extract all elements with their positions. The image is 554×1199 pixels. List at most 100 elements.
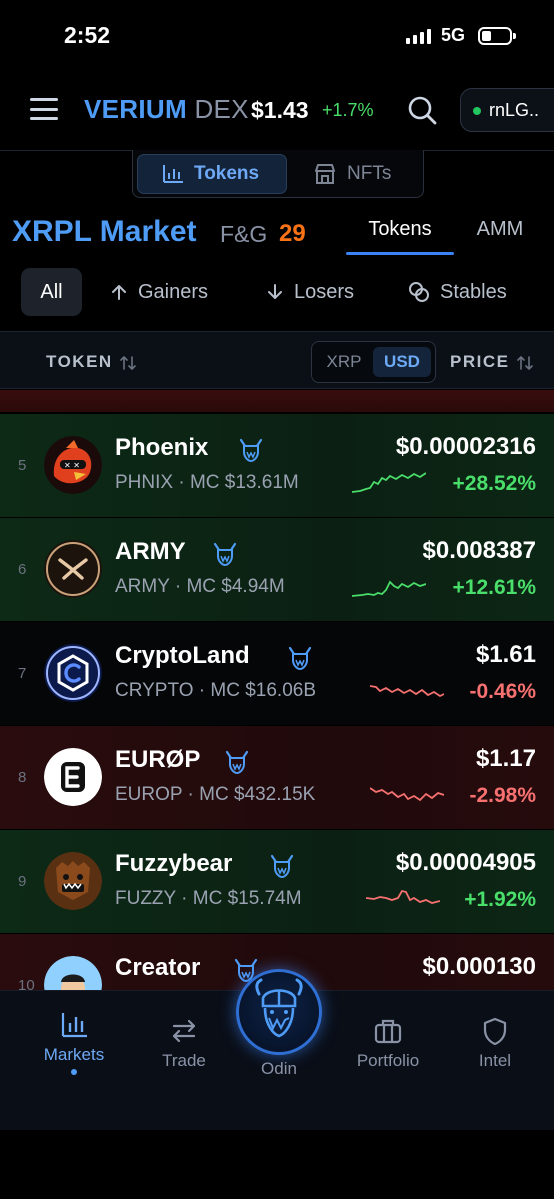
bottom-nav: Markets Trade Odin Portfolio Intel xyxy=(0,969,554,1130)
wallet-button[interactable]: rnLG.. xyxy=(460,88,554,132)
token-change: -2.98% xyxy=(469,784,536,807)
chart-bars-icon xyxy=(163,165,183,183)
segment-tokens[interactable]: Tokens xyxy=(137,154,287,194)
row-rank: 6 xyxy=(18,561,27,578)
xrp-price: $1.43 xyxy=(251,97,309,123)
sparkline xyxy=(370,787,444,802)
nav-markets[interactable]: Markets xyxy=(29,1011,119,1075)
token-header-label: TOKEN xyxy=(46,352,113,371)
token-name: EURØP xyxy=(115,746,201,773)
viking-verified-icon xyxy=(270,854,294,879)
status-bar: 2:52 5G xyxy=(0,0,554,70)
viking-verified-icon xyxy=(225,750,249,775)
token-name: ARMY xyxy=(115,538,186,565)
table-row[interactable]: 6 ARMY ARMY · MC $4.94M $0.008387 +12.61… xyxy=(0,518,554,622)
previous-row-edge xyxy=(0,390,554,412)
tab-tokens[interactable]: Tokens xyxy=(346,218,454,241)
token-mcap: MC $432.15K xyxy=(199,784,316,805)
token-column-header[interactable]: TOKEN xyxy=(46,352,137,372)
bottom-safe-area xyxy=(0,1130,554,1199)
table-row[interactable]: 7 CryptoLand CRYPTO · MC $16.06B $1.61 -… xyxy=(0,622,554,726)
europ-avatar xyxy=(44,748,102,806)
viking-verified-icon xyxy=(213,542,237,567)
arrow-down-icon xyxy=(268,284,282,299)
nav-portfolio[interactable]: Portfolio xyxy=(343,1017,433,1071)
filter-stables[interactable]: Stables xyxy=(408,268,507,316)
network-label: 5G xyxy=(441,25,466,45)
active-nav-dot xyxy=(71,1069,77,1075)
swap-arrows-icon xyxy=(172,1019,196,1043)
store-icon xyxy=(315,164,335,184)
brand-logo: VERIUM DEX xyxy=(84,94,249,125)
token-symbol: ARMY xyxy=(115,576,170,597)
filter-losers[interactable]: Losers xyxy=(266,268,354,316)
token-meta: FUZZY · MC $15.74M xyxy=(115,888,302,909)
brand-secondary: DEX xyxy=(194,94,249,124)
sparkline xyxy=(352,580,426,597)
menu-icon[interactable] xyxy=(30,98,58,120)
token-change: +1.92% xyxy=(464,888,536,911)
token-list: 5 ✕ ✕ Phoenix PHNIX · MC $13.61M $0.0000… xyxy=(0,390,554,990)
segment-nfts[interactable]: NFTs xyxy=(309,154,419,194)
currency-usd[interactable]: USD xyxy=(373,347,431,377)
row-rank: 8 xyxy=(18,769,27,786)
battery-icon xyxy=(478,27,516,45)
nav-intel[interactable]: Intel xyxy=(450,1017,540,1071)
currency-xrp[interactable]: XRP xyxy=(318,347,370,377)
fear-greed-value: 29 xyxy=(279,220,306,247)
token-meta: EUROP · MC $432.15K xyxy=(115,784,316,805)
sort-icon xyxy=(516,355,533,370)
mode-segment: Tokens NFTs xyxy=(132,150,424,198)
token-change: +28.52% xyxy=(452,472,537,495)
token-change: -0.46% xyxy=(469,680,536,703)
token-change: +12.61% xyxy=(452,576,537,599)
brand-primary: VERIUM xyxy=(84,94,187,124)
search-icon[interactable] xyxy=(406,94,438,126)
table-row[interactable]: 9 Fuzzybear FUZZY · MC $15.74M $0.000049… xyxy=(0,830,554,934)
filter-bar: All Gainers Losers Stables xyxy=(0,262,554,322)
nav-odin-button[interactable] xyxy=(236,969,322,1055)
price-column-header[interactable]: PRICE xyxy=(450,352,534,372)
token-price: $0.00004905 xyxy=(395,849,536,876)
sort-icon xyxy=(120,355,136,370)
table-row[interactable]: 8 EURØP EUROP · MC $432.15K $1.17 -2.98% xyxy=(0,726,554,830)
status-time: 2:52 xyxy=(64,22,111,48)
token-price: $0.000130 xyxy=(422,953,536,980)
token-price: $0.008387 xyxy=(422,537,536,564)
nav-markets-label: Markets xyxy=(43,1045,105,1064)
segment-nfts-label: NFTs xyxy=(347,163,392,184)
token-mcap: MC $4.94M xyxy=(186,576,285,597)
token-price: $1.61 xyxy=(475,641,536,668)
chart-bars-icon xyxy=(61,1013,87,1038)
filter-gainers-label: Gainers xyxy=(138,280,209,303)
viking-verified-icon xyxy=(288,646,312,671)
token-meta: PHNIX · MC $13.61M xyxy=(115,472,299,493)
token-symbol: CRYPTO xyxy=(115,680,194,701)
row-rank: 7 xyxy=(18,665,27,682)
token-symbol: PHNIX xyxy=(115,472,174,493)
filter-all[interactable]: All xyxy=(21,268,82,316)
tab-amm[interactable]: AMM xyxy=(454,218,546,241)
token-name: CryptoLand xyxy=(115,642,250,669)
filter-stables-label: Stables xyxy=(440,280,507,303)
wallet-label: rnLG.. xyxy=(489,100,540,120)
token-mcap: MC $16.06B xyxy=(210,680,317,701)
sparkline xyxy=(366,889,440,904)
token-meta: CRYPTO · MC $16.06B xyxy=(115,680,317,701)
filter-losers-label: Losers xyxy=(294,280,355,303)
token-name: Phoenix xyxy=(115,434,209,461)
token-meta: ARMY · MC $4.94M xyxy=(115,576,285,597)
active-tab-indicator xyxy=(346,252,454,255)
fear-greed-label: F&G xyxy=(220,221,268,247)
token-name: Fuzzybear xyxy=(115,850,233,877)
nav-trade[interactable]: Trade xyxy=(139,1017,229,1071)
segment-tokens-label: Tokens xyxy=(194,163,260,184)
token-price: $0.00002316 xyxy=(395,433,536,460)
token-symbol: EUROP xyxy=(115,784,183,805)
app-header: VERIUM DEX $1.43 +1.7% rnLG.. xyxy=(0,70,554,150)
table-row[interactable]: 5 ✕ ✕ Phoenix PHNIX · MC $13.61M $0.0000… xyxy=(0,414,554,518)
svg-text:✕ ✕: ✕ ✕ xyxy=(64,461,80,470)
filter-gainers[interactable]: Gainers xyxy=(110,268,208,316)
army-avatar xyxy=(44,540,102,598)
shield-icon xyxy=(483,1017,507,1045)
